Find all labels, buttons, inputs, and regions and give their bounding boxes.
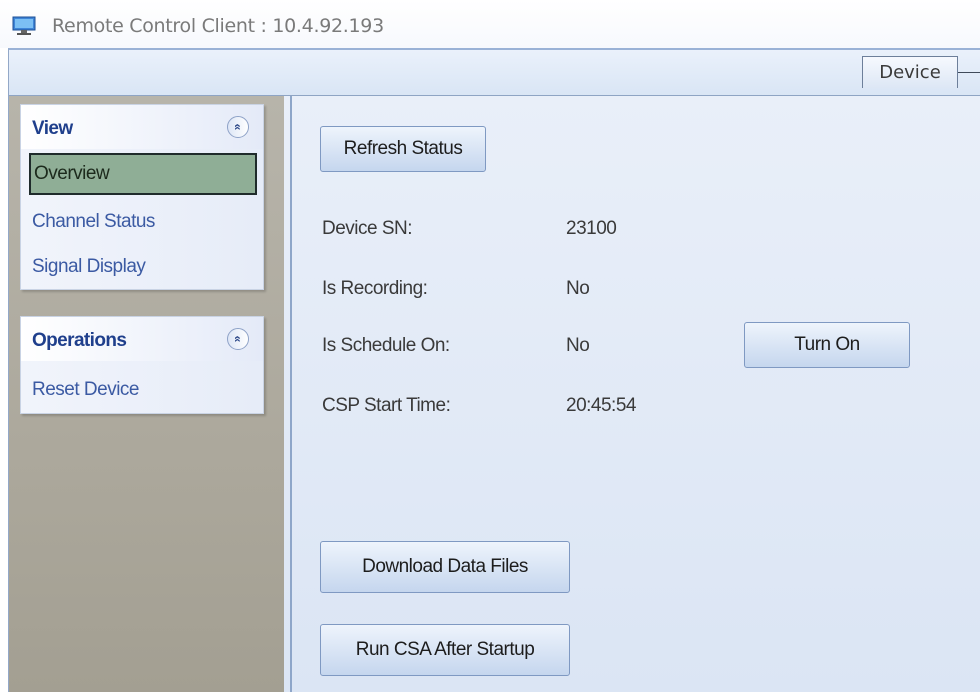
csp-start-time-label: CSP Start Time: [322,395,451,416]
operations-panel: Operations « Reset Device [20,316,264,414]
view-panel: View « Overview Channel Status Signal Di… [20,104,264,290]
sidebar-item-signal-display[interactable]: Signal Display [32,256,146,278]
tab-divider [958,72,980,73]
is-recording-label: Is Recording: [322,278,428,299]
csp-start-time-value: 20:45:54 [566,395,636,416]
sidebar-item-overview[interactable]: Overview [29,153,257,195]
device-sn-label: Device SN: [322,218,413,239]
operations-panel-title: Operations [32,330,127,351]
chevron-double-up-icon[interactable]: « [227,116,249,138]
title-bar: Remote Control Client : 10.4.92.193 [0,0,980,48]
tab-strip [8,48,980,96]
view-panel-title: View [32,118,73,139]
device-overview-panel [284,96,980,692]
refresh-status-button[interactable]: Refresh Status [320,126,486,172]
operations-panel-header[interactable]: Operations « [21,317,263,361]
is-recording-value: No [566,278,590,299]
turn-on-button[interactable]: Turn On [744,322,910,368]
divider [290,96,292,692]
sidebar-item-reset-device[interactable]: Reset Device [32,379,140,401]
sidebar-item-channel-status[interactable]: Channel Status [32,211,155,233]
monitor-icon [12,16,38,36]
tab-device[interactable]: Device [862,56,958,88]
view-panel-header[interactable]: View « [21,105,263,149]
is-schedule-on-value: No [566,335,590,356]
window-title: Remote Control Client : 10.4.92.193 [52,15,384,37]
device-sn-value: 23100 [566,218,617,239]
run-csa-after-startup-button[interactable]: Run CSA After Startup [320,624,570,676]
is-schedule-on-label: Is Schedule On: [322,335,450,356]
download-data-files-button[interactable]: Download Data Files [320,541,570,593]
chevron-double-up-icon[interactable]: « [227,328,249,350]
